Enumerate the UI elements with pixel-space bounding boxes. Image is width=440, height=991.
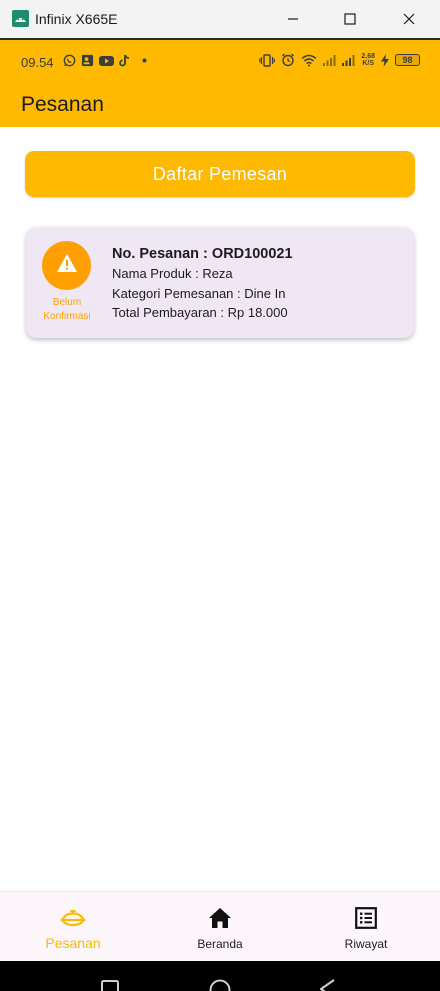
home-circle-icon[interactable] xyxy=(208,976,232,991)
close-button[interactable] xyxy=(386,0,432,38)
tiktok-icon xyxy=(119,54,131,67)
notification-icons xyxy=(63,54,147,67)
vibrate-icon xyxy=(259,53,276,67)
whatsapp-icon xyxy=(63,54,76,67)
nav-item-pesanan[interactable]: Pesanan xyxy=(0,892,146,962)
nav-label-riwayat: Riwayat xyxy=(344,937,388,951)
android-navigation-bar xyxy=(0,961,440,991)
contact-card-icon xyxy=(81,54,94,67)
signal-icon-2 xyxy=(342,54,355,66)
nav-item-beranda[interactable]: Beranda xyxy=(147,892,293,962)
home-icon xyxy=(206,905,234,931)
nav-label-pesanan: Pesanan xyxy=(45,935,101,951)
youtube-icon xyxy=(99,55,114,67)
app-header: 09.54 2,68 K/S 98 Pesanan xyxy=(0,40,440,127)
network-speed: 2,68 K/S xyxy=(361,53,375,67)
maximize-button[interactable] xyxy=(327,0,373,38)
order-status-badge xyxy=(42,241,91,290)
order-number: No. Pesanan : ORD100021 xyxy=(112,246,293,262)
order-card[interactable]: Belum Konfirmasi No. Pesanan : ORD100021… xyxy=(26,227,414,338)
order-category: Kategori Pemesanan : Dine In xyxy=(112,286,286,301)
android-icon xyxy=(12,10,29,27)
daftar-pemesan-button[interactable]: Daftar Pemesan xyxy=(25,151,415,197)
order-total: Total Pembayaran : Rp 18.000 xyxy=(112,305,288,320)
window-titlebar: Infinix X665E xyxy=(0,0,440,38)
warning-icon xyxy=(56,253,78,278)
battery-indicator: 98 xyxy=(395,54,420,66)
charging-icon xyxy=(381,53,389,67)
minimize-button[interactable] xyxy=(270,0,316,38)
dish-cloche-icon xyxy=(59,905,87,931)
back-icon[interactable] xyxy=(318,976,338,991)
window-title: Infinix X665E xyxy=(35,11,118,27)
recents-icon[interactable] xyxy=(100,976,120,991)
page-title: Pesanan xyxy=(21,93,104,116)
order-status-label: Belum Konfirmasi xyxy=(43,297,91,322)
network-speed-value: 2,68 xyxy=(361,53,375,60)
order-product: Nama Produk : Reza xyxy=(112,266,233,281)
alarm-icon xyxy=(281,53,295,67)
nav-label-beranda: Beranda xyxy=(197,937,243,951)
list-icon xyxy=(352,905,380,931)
signal-icon-1 xyxy=(323,54,336,66)
nav-item-riwayat[interactable]: Riwayat xyxy=(293,892,439,962)
network-speed-unit: K/S xyxy=(362,60,375,67)
dot-icon xyxy=(142,58,147,63)
system-status-icons: 2,68 K/S 98 xyxy=(259,53,420,67)
bottom-navigation: Pesanan Beranda Riwayat xyxy=(0,891,440,961)
status-time: 09.54 xyxy=(21,55,54,70)
wifi-icon xyxy=(301,54,317,67)
